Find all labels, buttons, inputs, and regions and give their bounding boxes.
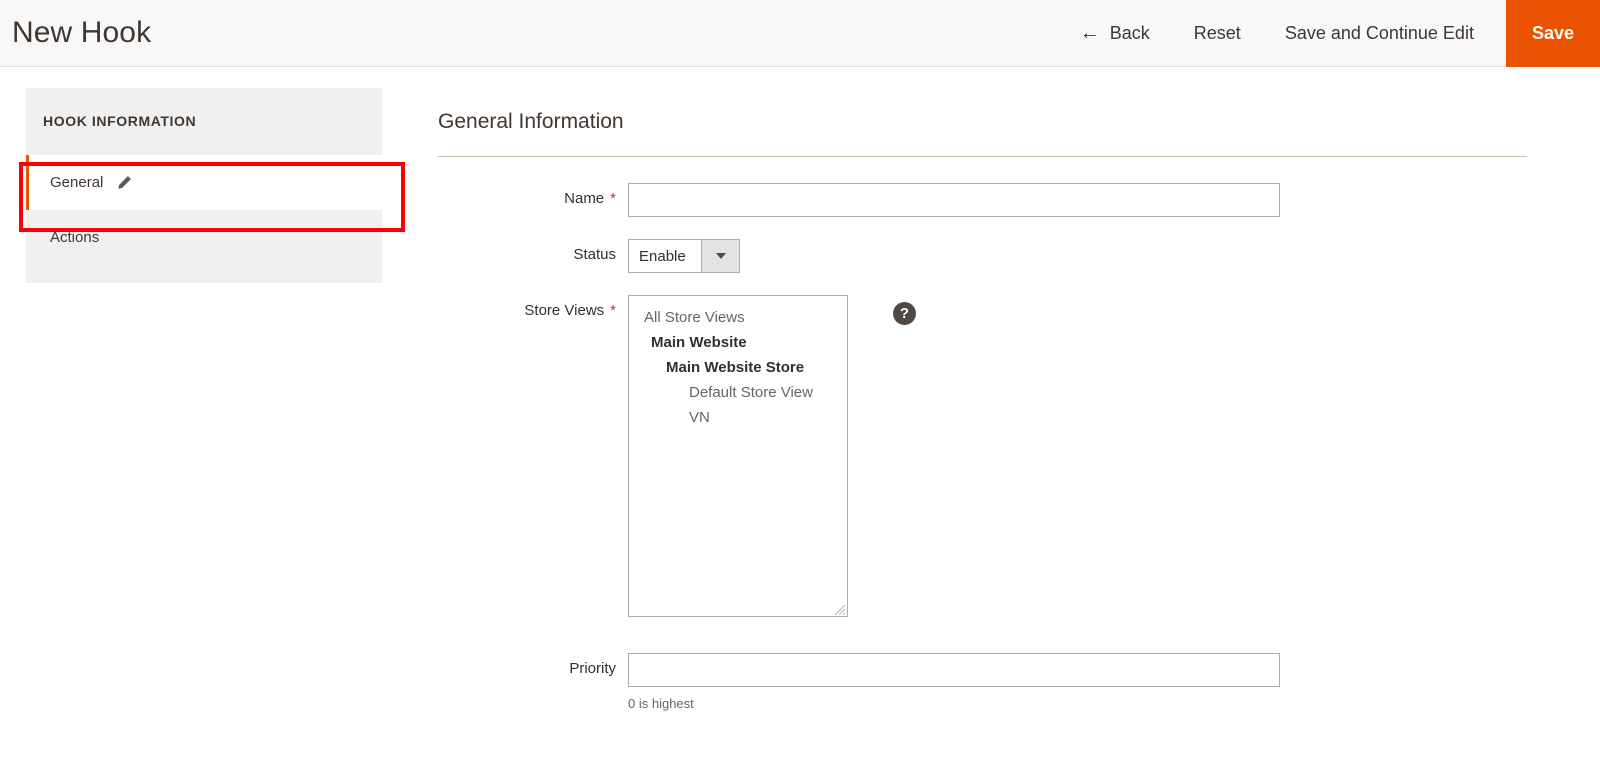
priority-label: Priority xyxy=(569,660,616,677)
resize-handle[interactable] xyxy=(834,603,846,616)
store-views-label: Store Views * xyxy=(524,302,616,319)
back-button-label: Back xyxy=(1109,22,1150,43)
sidebar-item-actions[interactable]: Actions xyxy=(26,210,382,265)
store-view-option[interactable]: VN xyxy=(629,405,847,430)
store-view-option[interactable]: Main Website xyxy=(629,330,847,355)
priority-input[interactable] xyxy=(628,653,1280,687)
store-view-option[interactable]: Main Website Store xyxy=(629,355,847,380)
sidebar-item-actions-label: Actions xyxy=(50,229,100,246)
status-select[interactable]: Enable xyxy=(628,239,740,273)
question-mark-icon[interactable]: ? xyxy=(893,302,916,325)
field-row-store-views: Store Views * All Store Views Main Websit… xyxy=(438,295,1600,617)
sidebar-title: HOOK INFORMATION xyxy=(43,113,197,129)
page-body: HOOK INFORMATION General Actions General… xyxy=(0,67,1600,733)
sidebar: HOOK INFORMATION General Actions xyxy=(26,88,382,283)
status-select-value: Enable xyxy=(639,247,686,265)
general-information-form: General Information Name* Status Enable xyxy=(412,88,1600,733)
sidebar-item-general-label: General xyxy=(50,174,104,191)
store-views-control: All Store Views Main Website Main Websit… xyxy=(628,295,916,617)
section-title: General Information xyxy=(438,110,624,133)
store-view-option[interactable]: Default Store View xyxy=(629,380,847,405)
chevron-down-icon[interactable] xyxy=(701,240,739,272)
status-label: Status xyxy=(573,246,616,263)
required-marker: * xyxy=(610,190,616,207)
name-label: Name * xyxy=(564,190,616,207)
back-button[interactable]: ← Back xyxy=(1070,0,1172,67)
priority-control: 0 is highest xyxy=(628,653,1280,711)
required-marker: * xyxy=(610,302,616,319)
save-button[interactable]: Save xyxy=(1505,0,1600,67)
reset-button[interactable]: Reset xyxy=(1172,0,1263,67)
name-control xyxy=(628,183,1280,217)
field-row-name: Name * xyxy=(438,183,1600,217)
save-and-continue-edit-button[interactable]: Save and Continue Edit xyxy=(1263,0,1496,67)
store-view-option[interactable]: All Store Views xyxy=(629,305,847,330)
pencil-icon xyxy=(117,175,132,190)
status-control: Enable xyxy=(628,239,740,273)
sidebar-wrapper: HOOK INFORMATION General Actions xyxy=(0,88,412,283)
field-row-status: Status Enable xyxy=(438,239,1600,273)
section-divider xyxy=(438,156,1527,157)
page-title: New Hook xyxy=(12,16,152,49)
page-header: New Hook ← Back Reset Save and Continue … xyxy=(0,0,1600,67)
arrow-left-icon: ← xyxy=(1079,22,1100,44)
header-actions: ← Back Reset Save and Continue Edit Save xyxy=(1070,0,1600,67)
name-input[interactable] xyxy=(628,183,1280,217)
store-views-multiselect[interactable]: All Store Views Main Website Main Websit… xyxy=(628,295,848,617)
priority-note: 0 is highest xyxy=(628,696,694,711)
field-row-priority: Priority 0 is highest xyxy=(438,653,1600,711)
sidebar-item-general[interactable]: General xyxy=(26,155,382,210)
